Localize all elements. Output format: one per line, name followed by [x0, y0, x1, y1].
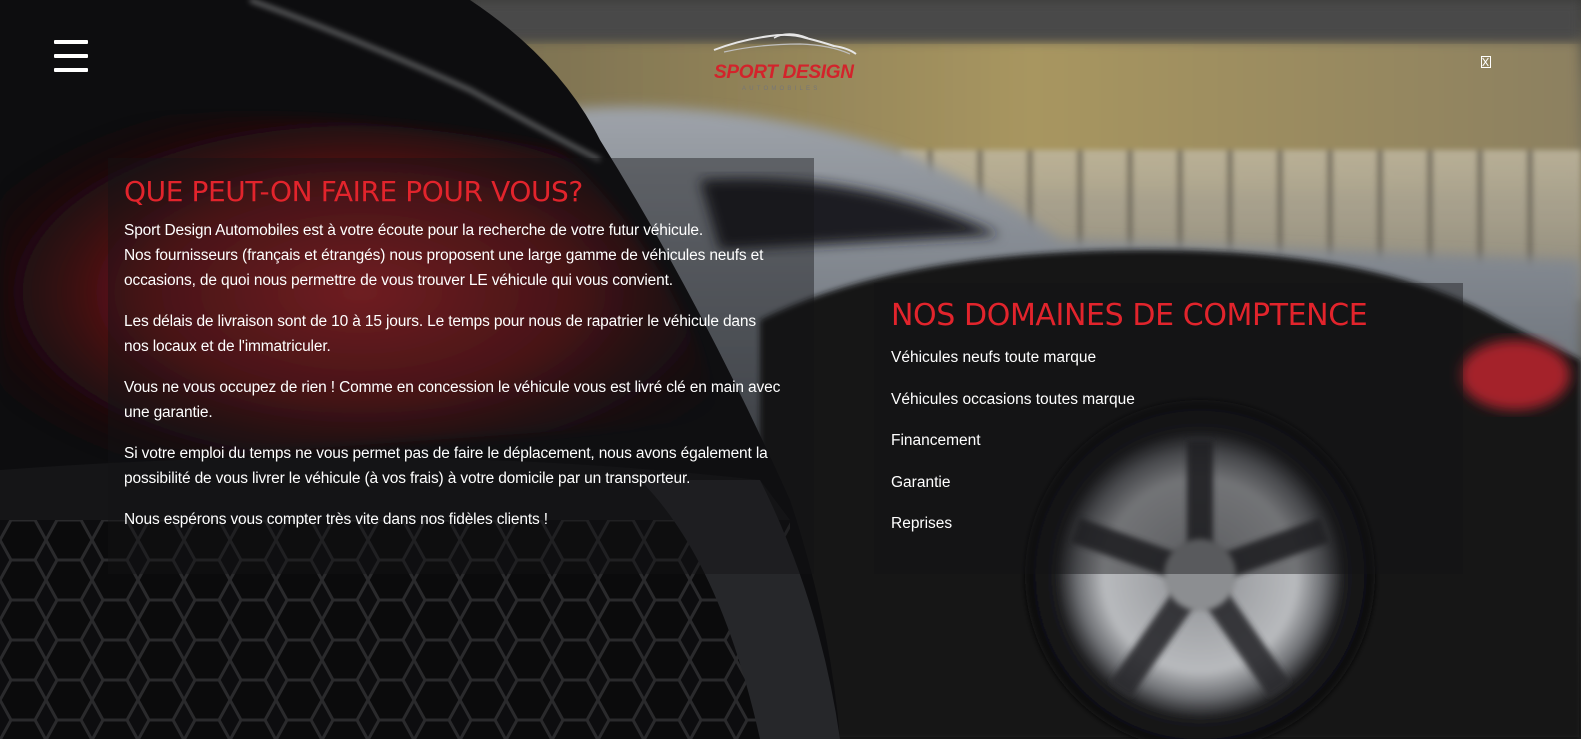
- text-line: nos locaux et de l'immatriculer.: [124, 338, 331, 355]
- domain-item[interactable]: Véhicules neufs toute marque: [891, 345, 1446, 370]
- hamburger-menu-icon[interactable]: [54, 40, 88, 74]
- domain-item[interactable]: Véhicules occasions toutes marque: [891, 387, 1446, 412]
- text-line: Si votre emploi du temps ne vous permet …: [124, 445, 768, 462]
- close-icon[interactable]: [1481, 56, 1491, 68]
- text-line: Les délais de livraison sont de 10 à 15 …: [124, 313, 756, 330]
- logo-subtitle: AUTOMOBILES: [742, 86, 821, 92]
- about-text: Sport Design Automobiles est à votre éco…: [124, 218, 798, 532]
- about-paragraph: Les délais de livraison sont de 10 à 15 …: [124, 309, 798, 359]
- domains-list: Véhicules neufs toute marque Véhicules o…: [891, 345, 1446, 536]
- text-line: Nos fournisseurs (français et étrangés) …: [124, 247, 764, 264]
- domain-item[interactable]: Garantie: [891, 470, 1446, 495]
- car-silhouette-icon: [713, 33, 857, 55]
- logo[interactable]: SPORT DESIGN AUTOMOBILES: [710, 30, 862, 96]
- domain-item[interactable]: Reprises: [891, 511, 1446, 536]
- about-paragraph: Si votre emploi du temps ne vous permet …: [124, 441, 798, 491]
- text-line: occasions, de quoi nous permettre de vou…: [124, 272, 673, 289]
- text-line: Vous ne vous occupez de rien ! Comme en …: [124, 379, 781, 396]
- text-line: Nous espérons vous compter très vite dan…: [124, 511, 548, 528]
- about-paragraph: Sport Design Automobiles est à votre éco…: [124, 218, 798, 293]
- page: SPORT DESIGN AUTOMOBILES QUE PEUT-ON FAI…: [0, 0, 1581, 739]
- text-line: possibilité de vous livrer le véhicule (…: [124, 470, 691, 487]
- domains-panel: NOS DOMAINES DE COMPTENCE Véhicules neuf…: [874, 283, 1463, 574]
- logo-title: SPORT DESIGN: [714, 62, 854, 83]
- menu-bar: [54, 40, 88, 44]
- text-line: Sport Design Automobiles est à votre éco…: [124, 222, 704, 239]
- about-paragraph: Vous ne vous occupez de rien ! Comme en …: [124, 375, 798, 425]
- domain-item[interactable]: Financement: [891, 428, 1446, 453]
- about-paragraph: Nous espérons vous compter très vite dan…: [124, 507, 798, 532]
- about-panel: QUE PEUT-ON FAIRE POUR VOUS? Sport Desig…: [108, 158, 814, 574]
- text-line: une garantie.: [124, 404, 213, 421]
- about-title: QUE PEUT-ON FAIRE POUR VOUS?: [124, 175, 583, 208]
- menu-bar: [54, 54, 88, 58]
- menu-bar: [54, 68, 88, 72]
- domains-title: NOS DOMAINES DE COMPTENCE: [891, 298, 1368, 333]
